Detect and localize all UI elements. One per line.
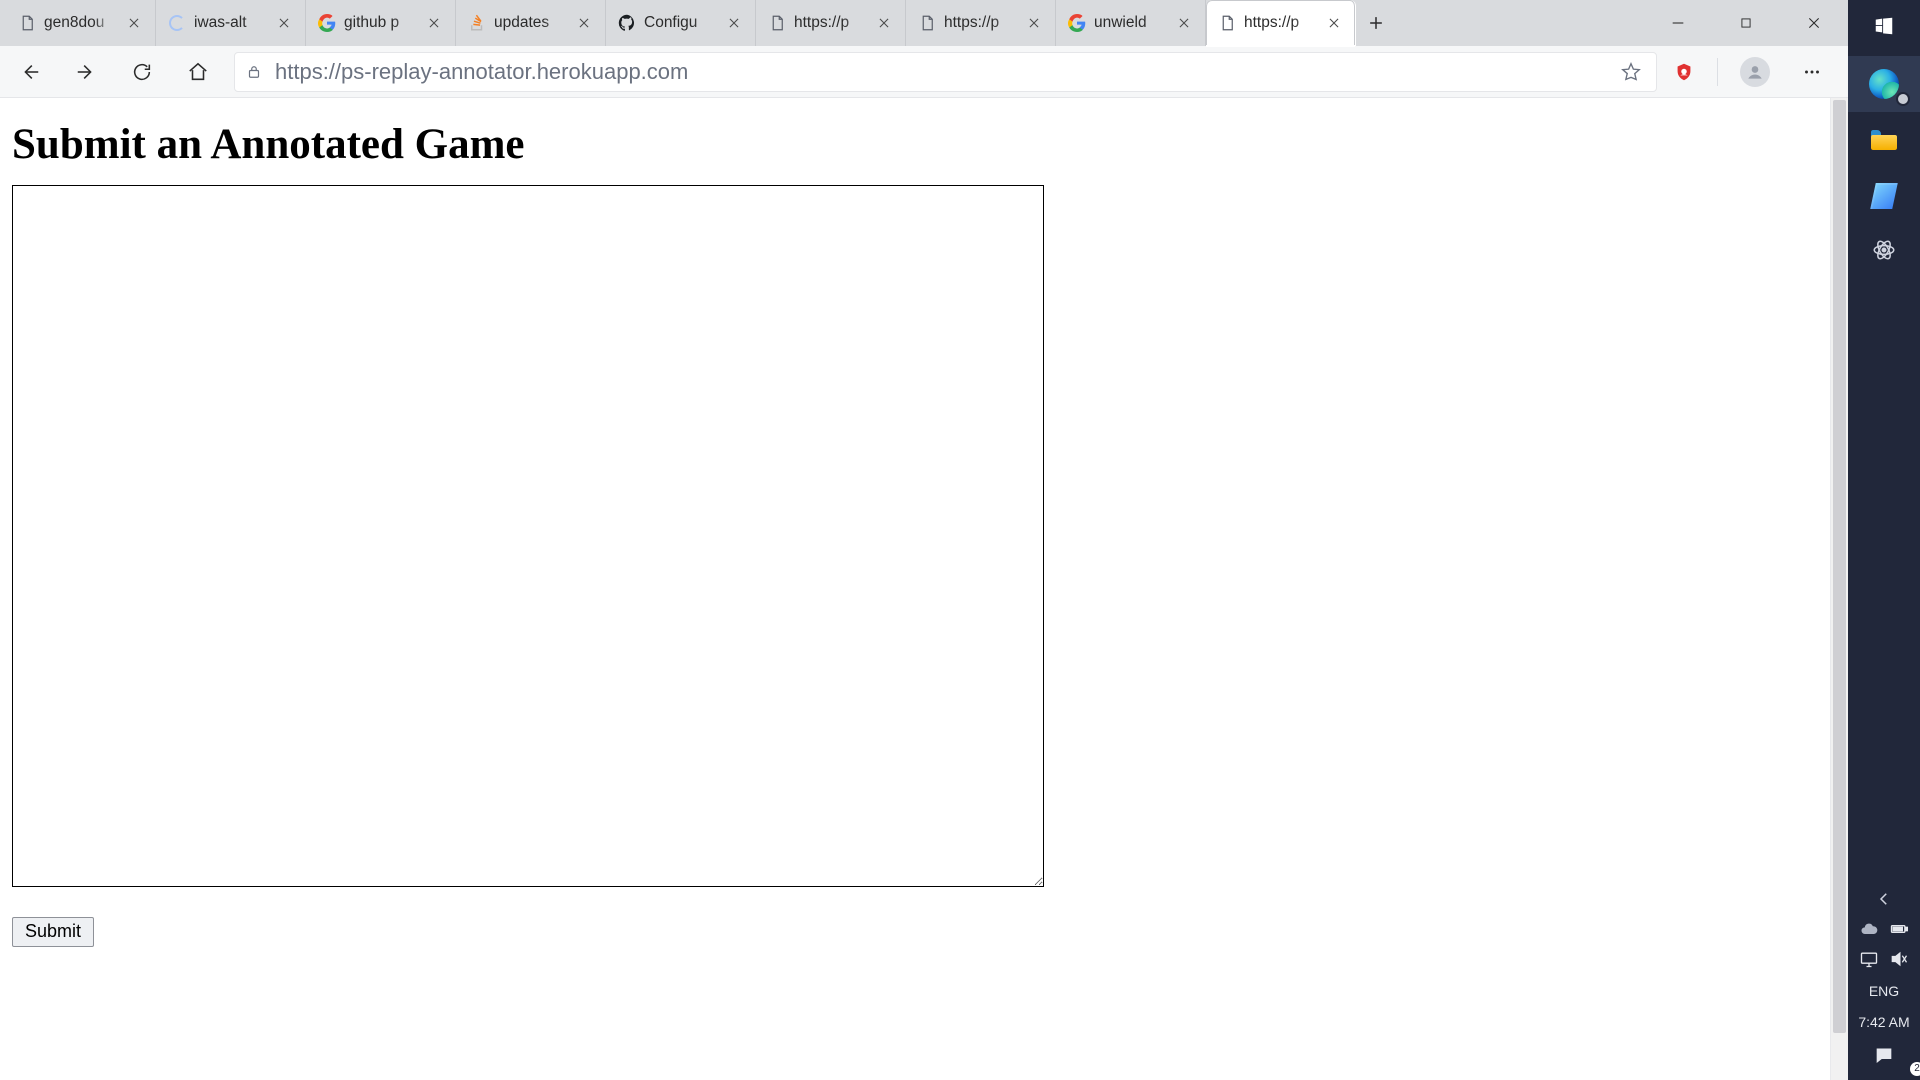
tab-close-button[interactable]	[123, 12, 145, 34]
tab-title: iwas-alt	[194, 14, 265, 32]
forward-button[interactable]	[66, 52, 106, 92]
atom-app-icon	[1871, 237, 1897, 268]
chevron-left-icon	[1875, 890, 1893, 913]
taskbar-notes-button[interactable]	[1848, 168, 1920, 224]
loading-favicon-icon	[168, 14, 186, 32]
new-tab-button[interactable]	[1356, 0, 1396, 46]
submit-button[interactable]: Submit	[12, 917, 94, 947]
tabstrip-spacer	[1396, 0, 1644, 46]
annotation-textarea[interactable]	[12, 185, 1044, 887]
tab-close-button[interactable]	[1173, 12, 1195, 34]
page-scrollbar[interactable]	[1830, 98, 1848, 1080]
profile-button[interactable]	[1740, 57, 1770, 87]
taskbar-edge-button[interactable]	[1848, 56, 1920, 112]
window-controls	[1644, 0, 1848, 46]
tab-title: gen8dou	[44, 14, 115, 32]
edge-profile-badge-icon	[1896, 92, 1910, 106]
page-favicon-icon	[18, 14, 36, 32]
tab-title: updates	[494, 14, 565, 32]
reload-button[interactable]	[122, 52, 162, 92]
google-favicon-icon	[1068, 14, 1086, 32]
tab[interactable]: https://p	[756, 0, 906, 46]
taskbar-explorer-button[interactable]	[1848, 112, 1920, 168]
tab-close-button[interactable]	[1023, 12, 1045, 34]
page-favicon-icon	[1218, 14, 1236, 32]
action-center-badge: 2	[1910, 1062, 1920, 1076]
tab-title: https://p	[794, 14, 865, 32]
tab-close-button[interactable]	[873, 12, 895, 34]
windows-logo-icon	[1873, 15, 1895, 42]
tab-title: github p	[344, 14, 415, 32]
tab[interactable]: https://p	[1206, 0, 1356, 46]
page-scrollbar-thumb[interactable]	[1833, 100, 1846, 1033]
edge-icon	[1869, 69, 1899, 99]
windows-taskbar: ENG 7:42 AM 2	[1848, 0, 1920, 1080]
address-host: https://ps-replay-annotator.herokuapp.co…	[275, 59, 688, 84]
tab-close-button[interactable]	[273, 12, 295, 34]
stackoverflow-favicon-icon	[468, 14, 486, 32]
tab-title: unwield	[1094, 14, 1165, 32]
ublock-icon[interactable]	[1673, 61, 1695, 83]
page-favicon-icon	[768, 14, 786, 32]
tabstrip: gen8dou iwas-alt github p updates Configu htt…	[0, 0, 1848, 46]
project-tray-icon[interactable]	[1859, 949, 1879, 974]
github-favicon-icon	[618, 14, 636, 32]
back-button[interactable]	[10, 52, 50, 92]
page-content: Submit an Annotated Game Submit	[0, 98, 1848, 1080]
tab[interactable]: Configu	[606, 0, 756, 46]
input-language-indicator[interactable]: ENG	[1869, 983, 1899, 999]
toolbar-right	[1673, 52, 1838, 92]
tab[interactable]: unwield	[1056, 0, 1206, 46]
tab-title: https://p	[1244, 14, 1315, 32]
window-close-button[interactable]	[1780, 0, 1848, 46]
tab[interactable]: updates	[456, 0, 606, 46]
tab[interactable]: iwas-alt	[156, 0, 306, 46]
tab[interactable]: https://p	[906, 0, 1056, 46]
browser-toolbar: https://ps-replay-annotator.herokuapp.co…	[0, 46, 1848, 98]
tray-overflow-button[interactable]	[1848, 886, 1920, 916]
tab-close-button[interactable]	[723, 12, 745, 34]
window-minimize-button[interactable]	[1644, 0, 1712, 46]
home-button[interactable]	[178, 52, 218, 92]
address-bar[interactable]: https://ps-replay-annotator.herokuapp.co…	[234, 52, 1657, 92]
action-center-icon	[1874, 1045, 1894, 1070]
battery-tray-icon[interactable]	[1889, 919, 1909, 944]
tab-close-button[interactable]	[573, 12, 595, 34]
tab[interactable]: github p	[306, 0, 456, 46]
system-clock[interactable]: 7:42 AM	[1858, 1006, 1909, 1042]
page-heading: Submit an Annotated Game	[12, 120, 1836, 169]
favorite-star-button[interactable]	[1620, 61, 1646, 83]
address-url: https://ps-replay-annotator.herokuapp.co…	[275, 52, 688, 92]
google-favicon-icon	[318, 14, 336, 32]
window-maximize-button[interactable]	[1712, 0, 1780, 46]
more-menu-button[interactable]	[1792, 52, 1832, 92]
action-center-button[interactable]: 2	[1848, 1042, 1920, 1072]
onedrive-tray-icon[interactable]	[1859, 919, 1879, 944]
page-favicon-icon	[918, 14, 936, 32]
notes-app-icon	[1870, 183, 1898, 209]
browser-window: gen8dou iwas-alt github p updates Configu htt…	[0, 0, 1848, 1080]
file-explorer-icon	[1871, 130, 1897, 150]
tab-title: Configu	[644, 14, 715, 32]
taskbar-atom-button[interactable]	[1848, 224, 1920, 280]
tab-close-button[interactable]	[423, 12, 445, 34]
tab-close-button[interactable]	[1323, 12, 1345, 34]
toolbar-separator	[1717, 58, 1718, 86]
lock-icon	[245, 63, 263, 81]
tab[interactable]: gen8dou	[6, 0, 156, 46]
tab-title: https://p	[944, 14, 1015, 32]
volume-muted-tray-icon[interactable]	[1889, 949, 1909, 974]
start-button[interactable]	[1848, 0, 1920, 56]
